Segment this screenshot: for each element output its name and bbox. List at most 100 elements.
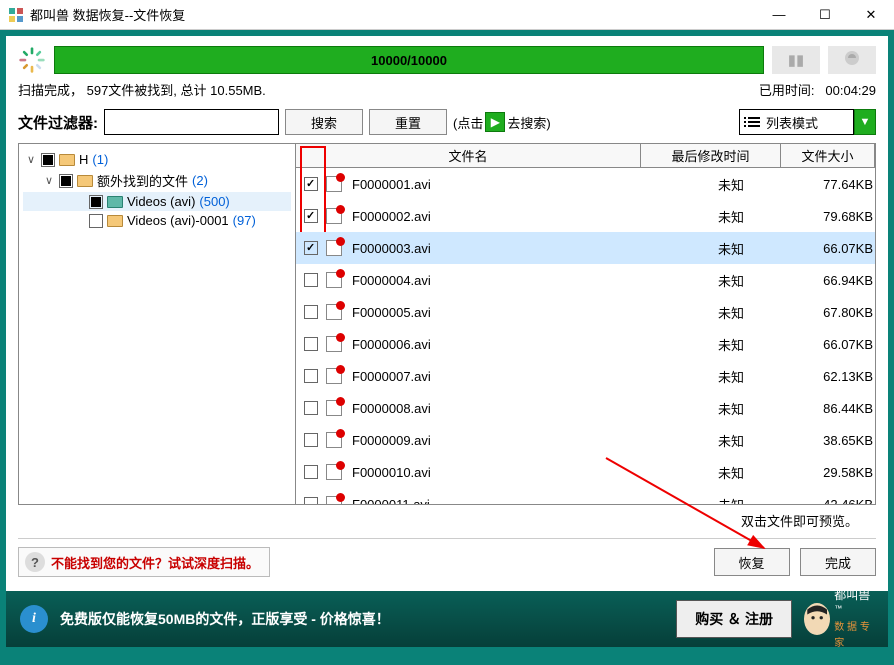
progress-text: 10000/10000 <box>371 53 447 68</box>
tree-checkbox[interactable] <box>89 195 103 209</box>
close-button[interactable]: ✕ <box>848 0 894 30</box>
search-hint: (点击 ▶ 去搜索) <box>453 112 551 132</box>
tree-node[interactable]: ∨ H (1) <box>23 150 291 169</box>
tree-node[interactable]: ∨额外找到的文件 (2) <box>23 169 291 192</box>
file-date: 未知 <box>661 495 801 505</box>
file-name: F0000005.avi <box>352 305 661 320</box>
file-row[interactable]: F0000009.avi未知38.65KB <box>296 424 875 456</box>
file-name: F0000007.avi <box>352 369 661 384</box>
maximize-button[interactable]: ☐ <box>802 0 848 30</box>
file-checkbox[interactable] <box>304 369 318 383</box>
column-size[interactable]: 文件大小 <box>781 144 875 167</box>
tree-label: H <box>79 152 88 167</box>
go-search-icon[interactable]: ▶ <box>485 112 505 132</box>
file-size: 66.07KB <box>801 337 875 352</box>
column-date[interactable]: 最后修改时间 <box>641 144 781 167</box>
view-mode-label: 列表模式 <box>766 113 818 132</box>
footer-text: 免费版仅能恢复50MB的文件，正版享受 - 价格惊喜！ <box>60 609 390 629</box>
outer-frame: 10000/10000 ▮▮ 扫描完成， 597文件被找到, 总计 10.55M… <box>0 30 894 665</box>
view-mode-button[interactable]: 列表模式 <box>739 109 854 135</box>
file-row[interactable]: F0000002.avi未知79.68KB <box>296 200 875 232</box>
file-row[interactable]: F0000007.avi未知62.13KB <box>296 360 875 392</box>
file-date: 未知 <box>661 431 801 450</box>
file-row[interactable]: F0000005.avi未知67.80KB <box>296 296 875 328</box>
file-size: 38.65KB <box>801 433 875 448</box>
file-date: 未知 <box>661 239 801 258</box>
list-icon <box>748 117 760 127</box>
minimize-button[interactable]: — <box>756 0 802 30</box>
folder-icon <box>107 196 123 208</box>
mascot-icon <box>804 603 830 635</box>
file-name: F0000009.avi <box>352 433 661 448</box>
title-bar: 都叫兽 数据恢复--文件恢复 — ☐ ✕ <box>0 0 894 30</box>
pause-button[interactable]: ▮▮ <box>772 46 820 74</box>
file-checkbox[interactable] <box>304 433 318 447</box>
tree-count: (500) <box>199 194 229 209</box>
file-name: F0000011.avi <box>352 497 661 505</box>
reset-button[interactable]: 重置 <box>369 109 447 135</box>
file-icon <box>326 272 342 288</box>
file-size: 67.80KB <box>801 305 875 320</box>
tree-toggle-icon[interactable]: ∨ <box>43 174 55 187</box>
view-mode-dropdown[interactable]: ▼ <box>854 109 876 135</box>
tree-node[interactable]: Videos (avi) (500) <box>23 192 291 211</box>
folder-icon <box>107 215 123 227</box>
deep-scan-prompt[interactable]: ? 不能找到您的文件？试试深度扫描。 <box>18 547 270 577</box>
file-size: 29.58KB <box>801 465 875 480</box>
file-checkbox[interactable] <box>304 305 318 319</box>
file-icon <box>326 336 342 352</box>
file-icon <box>326 208 342 224</box>
footer-bar: i 免费版仅能恢复50MB的文件，正版享受 - 价格惊喜！ 购买 ＆ 注册 都叫… <box>6 591 888 647</box>
tree-toggle-icon[interactable]: ∨ <box>25 153 37 166</box>
file-row[interactable]: F0000001.avi未知77.64KB <box>296 168 875 200</box>
file-size: 42.46KB <box>801 497 875 505</box>
stop-button[interactable] <box>828 46 876 74</box>
tree-checkbox[interactable] <box>89 214 103 228</box>
tree-checkbox[interactable] <box>59 174 73 188</box>
file-row[interactable]: F0000004.avi未知66.94KB <box>296 264 875 296</box>
file-checkbox[interactable] <box>304 465 318 479</box>
tree-label: 额外找到的文件 <box>97 171 188 190</box>
filter-input[interactable] <box>104 109 279 135</box>
file-date: 未知 <box>661 207 801 226</box>
brand-mascot: 都叫兽™数 据 专 家 <box>804 597 874 641</box>
file-name: F0000008.avi <box>352 401 661 416</box>
file-name: F0000002.avi <box>352 209 661 224</box>
buy-register-button[interactable]: 购买 ＆ 注册 <box>676 600 792 638</box>
file-size: 79.68KB <box>801 209 875 224</box>
file-checkbox[interactable] <box>304 497 318 504</box>
tree-checkbox[interactable] <box>41 153 55 167</box>
progress-bar: 10000/10000 <box>54 46 764 74</box>
file-checkbox[interactable] <box>304 273 318 287</box>
search-button[interactable]: 搜索 <box>285 109 363 135</box>
preview-hint: 双击文件即可预览。 <box>18 505 876 534</box>
file-row[interactable]: F0000008.avi未知86.44KB <box>296 392 875 424</box>
help-icon: ? <box>25 552 45 572</box>
file-list-body[interactable]: F0000001.avi未知77.64KBF0000002.avi未知79.68… <box>296 168 875 504</box>
file-icon <box>326 400 342 416</box>
tree-label: Videos (avi)-0001 <box>127 213 229 228</box>
stop-icon <box>843 49 861 71</box>
folder-icon <box>77 175 93 187</box>
file-checkbox[interactable] <box>304 337 318 351</box>
recover-button[interactable]: 恢复 <box>714 548 790 576</box>
file-checkbox[interactable] <box>304 401 318 415</box>
file-checkbox[interactable] <box>304 241 318 255</box>
file-row[interactable]: F0000011.avi未知42.46KB <box>296 488 875 504</box>
tree-count: (97) <box>233 213 256 228</box>
folder-tree[interactable]: ∨H (1)∨额外找到的文件 (2)Videos (avi) (500)Vide… <box>18 143 296 505</box>
file-row[interactable]: F0000006.avi未知66.07KB <box>296 328 875 360</box>
list-header: 文件名 最后修改时间 文件大小 <box>296 144 875 168</box>
file-name: F0000004.avi <box>352 273 661 288</box>
deep-scan-link[interactable]: 不能找到您的文件？试试深度扫描。 <box>51 553 259 572</box>
file-row[interactable]: F0000003.avi未知66.07KB <box>296 232 875 264</box>
finish-button[interactable]: 完成 <box>800 548 876 576</box>
file-checkbox[interactable] <box>304 209 318 223</box>
file-date: 未知 <box>661 271 801 290</box>
tree-node[interactable]: Videos (avi)-0001 (97) <box>23 211 291 230</box>
file-icon <box>326 240 342 256</box>
file-checkbox[interactable] <box>304 177 318 191</box>
file-row[interactable]: F0000010.avi未知29.58KB <box>296 456 875 488</box>
tree-count: (1) <box>92 152 108 167</box>
column-name[interactable]: 文件名 <box>296 144 641 167</box>
